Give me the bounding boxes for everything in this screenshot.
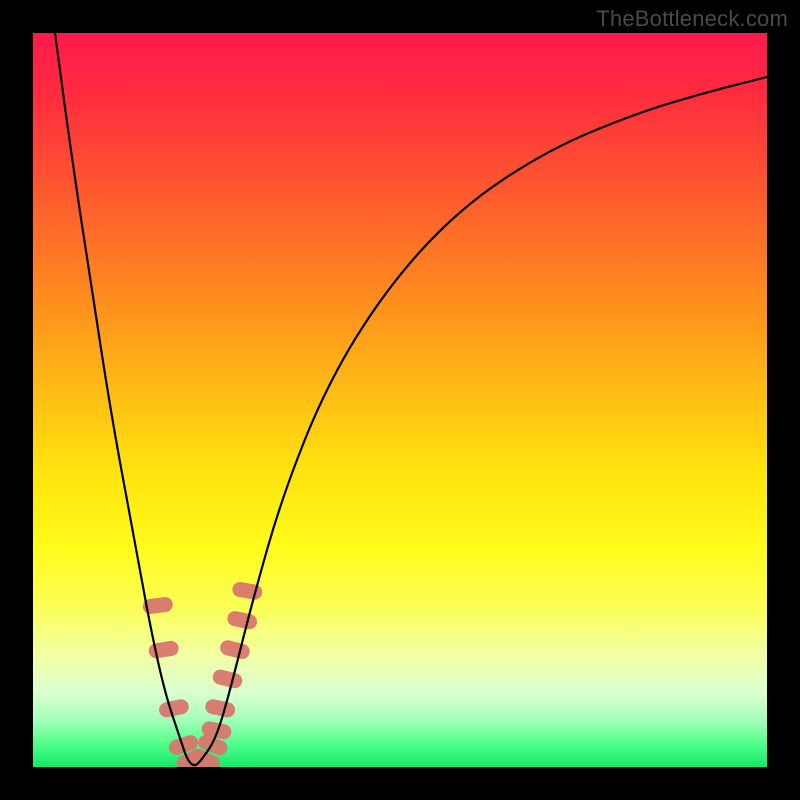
plot-area (33, 33, 767, 767)
watermark-text: TheBottleneck.com (596, 6, 788, 32)
data-marker (211, 668, 244, 690)
data-marker (226, 610, 258, 631)
data-marker (204, 698, 236, 719)
chart-frame: TheBottleneck.com (0, 0, 800, 800)
data-marker (219, 639, 252, 661)
data-marker (158, 698, 190, 719)
data-marker (148, 640, 180, 659)
chart-svg (33, 33, 767, 767)
